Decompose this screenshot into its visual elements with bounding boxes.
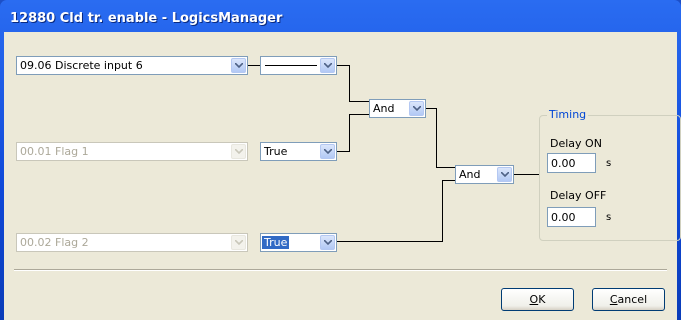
- timing-legend: Timing: [547, 108, 589, 121]
- cancel-accelerator: C: [609, 293, 618, 306]
- connector-line: [426, 108, 436, 109]
- delay-off-label: Delay OFF: [550, 189, 607, 202]
- chevron-down-icon[interactable]: [320, 235, 335, 250]
- cancel-button[interactable]: Cancel: [592, 288, 665, 311]
- connector-line: [337, 65, 349, 66]
- input-2-value: 00.01 Flag 1: [20, 145, 89, 158]
- operator-1-combo[interactable]: And: [369, 99, 426, 118]
- chevron-down-icon: [231, 144, 246, 159]
- connector-line: [349, 114, 369, 115]
- connector-line: [349, 114, 350, 152]
- dialog-client: 09.06 Discrete input 6 00.01 Flag 1 00.0…: [4, 32, 681, 320]
- operator-1-value: And: [373, 102, 395, 115]
- ok-label: K: [538, 293, 546, 306]
- connector-line: [337, 151, 349, 152]
- connector-line: [442, 180, 455, 181]
- connector-line: [248, 65, 260, 66]
- sign-3-value: True: [262, 236, 290, 249]
- connector-line: [436, 108, 437, 168]
- sign-2-value: True: [264, 145, 288, 158]
- delay-on-unit: s: [606, 158, 612, 169]
- chevron-down-icon: [231, 235, 246, 250]
- connector-line: [349, 65, 350, 101]
- input-1-value: 09.06 Discrete input 6: [20, 59, 143, 72]
- input-3-value: 00.02 Flag 2: [20, 236, 89, 249]
- connector-line: [337, 241, 443, 242]
- chevron-down-icon[interactable]: [320, 58, 335, 73]
- sign-1-combo[interactable]: [260, 56, 337, 75]
- delay-off-unit: s: [606, 212, 612, 223]
- cancel-label: ancel: [617, 293, 648, 306]
- chevron-down-icon[interactable]: [409, 101, 424, 116]
- sign-1-line-glyph: [265, 65, 317, 66]
- operator-2-value: And: [459, 168, 481, 181]
- delay-off-input[interactable]: 0.00: [547, 207, 596, 227]
- chevron-down-icon[interactable]: [497, 167, 512, 182]
- delay-on-input[interactable]: 0.00: [547, 153, 596, 173]
- input-1-combo[interactable]: 09.06 Discrete input 6: [16, 56, 248, 75]
- chevron-down-icon[interactable]: [231, 58, 246, 73]
- connector-line: [436, 167, 455, 168]
- operator-2-combo[interactable]: And: [455, 165, 514, 184]
- connector-line: [442, 180, 443, 242]
- delay-on-label: Delay ON: [550, 137, 602, 150]
- dialog-window: 12880 Cld tr. enable - LogicsManager 09.…: [0, 0, 681, 320]
- window-title: 12880 Cld tr. enable - LogicsManager: [10, 11, 283, 26]
- sign-2-combo[interactable]: True: [260, 142, 337, 161]
- input-2-combo: 00.01 Flag 1: [16, 142, 248, 161]
- ok-accelerator: O: [529, 293, 539, 306]
- chevron-down-icon[interactable]: [320, 144, 335, 159]
- input-3-combo: 00.02 Flag 2: [16, 233, 248, 252]
- connector-line: [349, 101, 369, 102]
- ok-button[interactable]: OK: [501, 288, 574, 311]
- sign-3-combo[interactable]: True: [260, 233, 337, 252]
- separator: [14, 269, 667, 271]
- connector-line: [514, 174, 540, 175]
